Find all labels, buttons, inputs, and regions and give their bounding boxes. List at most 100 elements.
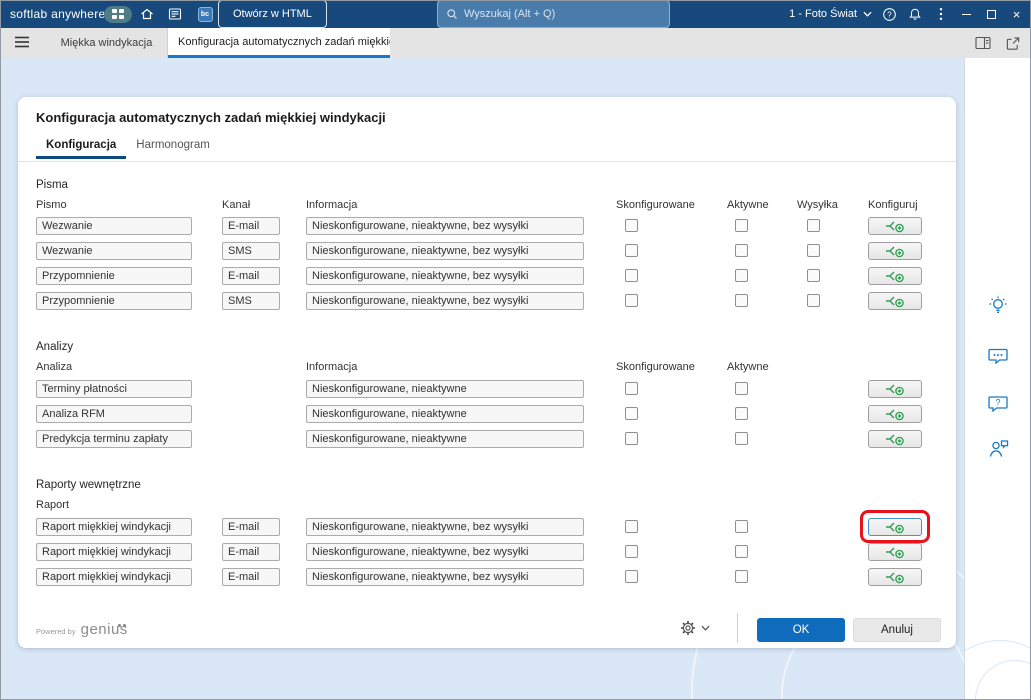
konfiguruj-button[interactable]	[868, 380, 922, 398]
konfiguruj-button[interactable]	[868, 242, 922, 260]
wysylka-checkbox[interactable]	[807, 219, 820, 232]
informacja-field[interactable]: Nieskonfigurowane, nieaktywne, bez wysył…	[306, 267, 584, 285]
aktywne-checkbox[interactable]	[735, 219, 748, 232]
help-button[interactable]: ?	[876, 0, 902, 28]
kanal-field[interactable]: E-mail	[222, 568, 280, 586]
raport-field[interactable]: Raport miękkiej windykacji	[36, 568, 192, 586]
skonfigurowane-checkbox[interactable]	[625, 407, 638, 420]
table-row: Przypomnienie E-mail Nieskonfigurowane, …	[18, 267, 956, 285]
raport-field[interactable]: Raport miękkiej windykacji	[36, 543, 192, 561]
divider	[737, 613, 738, 643]
share-button[interactable]	[1005, 36, 1021, 51]
wysylka-checkbox[interactable]	[807, 244, 820, 257]
close-button[interactable]: ×	[1004, 0, 1029, 28]
informacja-field[interactable]: Nieskonfigurowane, nieaktywne, bez wysył…	[306, 543, 584, 561]
feedback-button[interactable]	[986, 344, 1010, 368]
skonfigurowane-checkbox[interactable]	[625, 244, 638, 257]
ok-button[interactable]: OK	[757, 618, 845, 642]
aktywne-checkbox[interactable]	[735, 432, 748, 445]
kanal-field[interactable]: SMS	[222, 242, 280, 260]
right-rail: ?	[964, 58, 1031, 700]
informacja-field[interactable]: Nieskonfigurowane, nieaktywne	[306, 405, 584, 423]
analiza-field[interactable]: Predykcja terminu zapłaty	[36, 430, 192, 448]
kanal-field[interactable]: E-mail	[222, 543, 280, 561]
informacja-field[interactable]: Nieskonfigurowane, nieaktywne, bez wysył…	[306, 292, 584, 310]
konfiguruj-button[interactable]	[868, 217, 922, 235]
cancel-button[interactable]: Anuluj	[853, 618, 941, 642]
aktywne-checkbox[interactable]	[735, 269, 748, 282]
skonfigurowane-checkbox[interactable]	[625, 294, 638, 307]
pismo-field[interactable]: Przypomnienie	[36, 267, 192, 285]
maximize-button[interactable]	[979, 0, 1004, 28]
news-button[interactable]	[162, 0, 188, 28]
app-name: softlab anywhere	[10, 7, 106, 21]
pismo-field[interactable]: Wezwanie	[36, 217, 192, 235]
konfiguruj-button[interactable]	[868, 430, 922, 448]
konfiguruj-button[interactable]	[868, 543, 922, 561]
aktywne-checkbox[interactable]	[735, 294, 748, 307]
skonfigurowane-checkbox[interactable]	[625, 219, 638, 232]
tab-konfiguracja[interactable]: Konfiguracja	[36, 133, 127, 159]
minimize-button[interactable]	[954, 0, 979, 28]
konfiguruj-button[interactable]	[868, 267, 922, 285]
kanal-field[interactable]: E-mail	[222, 267, 280, 285]
konfiguruj-button[interactable]	[868, 405, 922, 423]
help-chat-button[interactable]: ?	[986, 392, 1010, 416]
configure-icon	[886, 522, 904, 534]
apps-chip-button[interactable]	[104, 0, 132, 28]
kanal-field[interactable]: E-mail	[222, 217, 280, 235]
kanal-field[interactable]: SMS	[222, 292, 280, 310]
dialog-title: Konfiguracja automatycznych zadań miękki…	[36, 110, 386, 125]
skonfigurowane-checkbox[interactable]	[625, 382, 638, 395]
hamburger-menu-button[interactable]	[14, 35, 30, 49]
aktywne-checkbox[interactable]	[735, 520, 748, 533]
tab-miekka-windykacja[interactable]: Miękka windykacja	[46, 28, 168, 58]
aktywne-checkbox[interactable]	[735, 407, 748, 420]
notifications-button[interactable]	[902, 0, 928, 28]
global-search[interactable]	[437, 0, 670, 28]
analiza-field[interactable]: Terminy płatności	[36, 380, 192, 398]
informacja-field[interactable]: Nieskonfigurowane, nieaktywne, bez wysył…	[306, 568, 584, 586]
tab-harmonogram[interactable]: Harmonogram	[126, 133, 220, 159]
bell-icon	[908, 7, 922, 22]
aktywne-checkbox[interactable]	[735, 545, 748, 558]
company-selector[interactable]: 1 - Foto Świat	[785, 0, 876, 28]
aktywne-checkbox[interactable]	[735, 244, 748, 257]
konfiguruj-button[interactable]	[868, 518, 922, 536]
skonfigurowane-checkbox[interactable]	[625, 432, 638, 445]
maximize-icon	[987, 9, 996, 19]
search-input[interactable]	[464, 8, 661, 20]
wysylka-checkbox[interactable]	[807, 269, 820, 282]
konfiguruj-button[interactable]	[868, 568, 922, 586]
pismo-field[interactable]: Przypomnienie	[36, 292, 192, 310]
home-button[interactable]	[134, 0, 160, 28]
informacja-field[interactable]: Nieskonfigurowane, nieaktywne, bez wysył…	[306, 242, 584, 260]
skonfigurowane-checkbox[interactable]	[625, 520, 638, 533]
analiza-field[interactable]: Analiza RFM	[36, 405, 192, 423]
pismo-field[interactable]: Wezwanie	[36, 242, 192, 260]
informacja-field[interactable]: Nieskonfigurowane, nieaktywne, bez wysył…	[306, 217, 584, 235]
chevron-down-icon	[701, 625, 710, 631]
panels-icon	[975, 36, 991, 50]
tab-konfiguracja-zadan[interactable]: Konfiguracja automatycznych zadań miękki…	[168, 28, 390, 58]
kanal-field[interactable]: E-mail	[222, 518, 280, 536]
dialog-tabs: Konfiguracja Harmonogram	[36, 133, 220, 159]
skonfigurowane-checkbox[interactable]	[625, 570, 638, 583]
informacja-field[interactable]: Nieskonfigurowane, nieaktywne	[306, 430, 584, 448]
settings-menu-button[interactable]	[680, 620, 710, 636]
konfiguruj-button[interactable]	[868, 292, 922, 310]
skonfigurowane-checkbox[interactable]	[625, 545, 638, 558]
contact-button[interactable]	[986, 437, 1010, 461]
informacja-field[interactable]: Nieskonfigurowane, nieaktywne, bez wysył…	[306, 518, 584, 536]
bc-button[interactable]: bc	[192, 0, 218, 28]
aktywne-checkbox[interactable]	[735, 570, 748, 583]
insights-button[interactable]	[986, 294, 1010, 318]
informacja-field[interactable]: Nieskonfigurowane, nieaktywne	[306, 380, 584, 398]
skonfigurowane-checkbox[interactable]	[625, 269, 638, 282]
wysylka-checkbox[interactable]	[807, 294, 820, 307]
aktywne-checkbox[interactable]	[735, 382, 748, 395]
open-in-html-button[interactable]: Otwórz w HTML	[218, 0, 327, 28]
panels-button[interactable]	[975, 36, 991, 50]
raport-field[interactable]: Raport miękkiej windykacji	[36, 518, 192, 536]
overflow-menu-button[interactable]	[928, 0, 954, 28]
